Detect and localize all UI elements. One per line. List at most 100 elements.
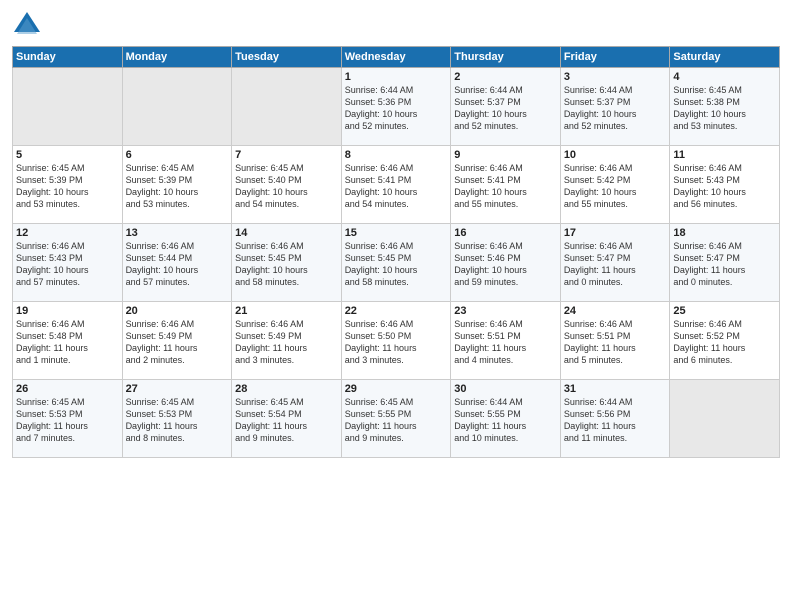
cell-data: Sunrise: 6:44 AM Sunset: 5:37 PM Dayligh… bbox=[454, 84, 557, 133]
page: SundayMondayTuesdayWednesdayThursdayFrid… bbox=[0, 0, 792, 612]
day-number: 26 bbox=[16, 383, 119, 395]
weekday-header-friday: Friday bbox=[560, 47, 670, 68]
calendar-cell: 7Sunrise: 6:45 AM Sunset: 5:40 PM Daylig… bbox=[232, 146, 342, 224]
calendar-cell: 20Sunrise: 6:46 AM Sunset: 5:49 PM Dayli… bbox=[122, 302, 232, 380]
calendar-cell: 25Sunrise: 6:46 AM Sunset: 5:52 PM Dayli… bbox=[670, 302, 780, 380]
cell-data: Sunrise: 6:46 AM Sunset: 5:45 PM Dayligh… bbox=[345, 240, 448, 289]
calendar-cell: 3Sunrise: 6:44 AM Sunset: 5:37 PM Daylig… bbox=[560, 68, 670, 146]
day-number: 13 bbox=[126, 227, 229, 239]
cell-data: Sunrise: 6:46 AM Sunset: 5:41 PM Dayligh… bbox=[345, 162, 448, 211]
logo-icon bbox=[12, 10, 42, 40]
cell-data: Sunrise: 6:45 AM Sunset: 5:39 PM Dayligh… bbox=[126, 162, 229, 211]
day-number: 22 bbox=[345, 305, 448, 317]
day-number: 11 bbox=[673, 149, 776, 161]
cell-data: Sunrise: 6:46 AM Sunset: 5:52 PM Dayligh… bbox=[673, 318, 776, 367]
calendar-cell: 19Sunrise: 6:46 AM Sunset: 5:48 PM Dayli… bbox=[13, 302, 123, 380]
day-number: 12 bbox=[16, 227, 119, 239]
cell-data: Sunrise: 6:44 AM Sunset: 5:55 PM Dayligh… bbox=[454, 396, 557, 445]
weekday-header-row: SundayMondayTuesdayWednesdayThursdayFrid… bbox=[13, 47, 780, 68]
day-number: 25 bbox=[673, 305, 776, 317]
day-number: 7 bbox=[235, 149, 338, 161]
calendar-cell: 16Sunrise: 6:46 AM Sunset: 5:46 PM Dayli… bbox=[451, 224, 561, 302]
cell-data: Sunrise: 6:45 AM Sunset: 5:53 PM Dayligh… bbox=[16, 396, 119, 445]
calendar-cell: 11Sunrise: 6:46 AM Sunset: 5:43 PM Dayli… bbox=[670, 146, 780, 224]
calendar-cell bbox=[232, 68, 342, 146]
header bbox=[12, 10, 780, 40]
day-number: 23 bbox=[454, 305, 557, 317]
calendar-cell: 28Sunrise: 6:45 AM Sunset: 5:54 PM Dayli… bbox=[232, 380, 342, 458]
cell-data: Sunrise: 6:46 AM Sunset: 5:47 PM Dayligh… bbox=[564, 240, 667, 289]
cell-data: Sunrise: 6:46 AM Sunset: 5:48 PM Dayligh… bbox=[16, 318, 119, 367]
cell-data: Sunrise: 6:45 AM Sunset: 5:55 PM Dayligh… bbox=[345, 396, 448, 445]
calendar-week-3: 12Sunrise: 6:46 AM Sunset: 5:43 PM Dayli… bbox=[13, 224, 780, 302]
day-number: 28 bbox=[235, 383, 338, 395]
day-number: 4 bbox=[673, 71, 776, 83]
calendar-cell: 22Sunrise: 6:46 AM Sunset: 5:50 PM Dayli… bbox=[341, 302, 451, 380]
calendar-table: SundayMondayTuesdayWednesdayThursdayFrid… bbox=[12, 46, 780, 458]
calendar-cell: 23Sunrise: 6:46 AM Sunset: 5:51 PM Dayli… bbox=[451, 302, 561, 380]
cell-data: Sunrise: 6:44 AM Sunset: 5:56 PM Dayligh… bbox=[564, 396, 667, 445]
day-number: 21 bbox=[235, 305, 338, 317]
day-number: 16 bbox=[454, 227, 557, 239]
calendar-cell: 26Sunrise: 6:45 AM Sunset: 5:53 PM Dayli… bbox=[13, 380, 123, 458]
cell-data: Sunrise: 6:46 AM Sunset: 5:43 PM Dayligh… bbox=[16, 240, 119, 289]
day-number: 2 bbox=[454, 71, 557, 83]
cell-data: Sunrise: 6:46 AM Sunset: 5:41 PM Dayligh… bbox=[454, 162, 557, 211]
day-number: 17 bbox=[564, 227, 667, 239]
day-number: 29 bbox=[345, 383, 448, 395]
calendar-week-5: 26Sunrise: 6:45 AM Sunset: 5:53 PM Dayli… bbox=[13, 380, 780, 458]
cell-data: Sunrise: 6:45 AM Sunset: 5:54 PM Dayligh… bbox=[235, 396, 338, 445]
calendar-cell: 24Sunrise: 6:46 AM Sunset: 5:51 PM Dayli… bbox=[560, 302, 670, 380]
weekday-header-sunday: Sunday bbox=[13, 47, 123, 68]
day-number: 31 bbox=[564, 383, 667, 395]
calendar-cell: 6Sunrise: 6:45 AM Sunset: 5:39 PM Daylig… bbox=[122, 146, 232, 224]
cell-data: Sunrise: 6:45 AM Sunset: 5:38 PM Dayligh… bbox=[673, 84, 776, 133]
cell-data: Sunrise: 6:44 AM Sunset: 5:37 PM Dayligh… bbox=[564, 84, 667, 133]
calendar-cell: 9Sunrise: 6:46 AM Sunset: 5:41 PM Daylig… bbox=[451, 146, 561, 224]
cell-data: Sunrise: 6:45 AM Sunset: 5:39 PM Dayligh… bbox=[16, 162, 119, 211]
cell-data: Sunrise: 6:46 AM Sunset: 5:44 PM Dayligh… bbox=[126, 240, 229, 289]
calendar-cell: 27Sunrise: 6:45 AM Sunset: 5:53 PM Dayli… bbox=[122, 380, 232, 458]
cell-data: Sunrise: 6:46 AM Sunset: 5:46 PM Dayligh… bbox=[454, 240, 557, 289]
cell-data: Sunrise: 6:46 AM Sunset: 5:51 PM Dayligh… bbox=[454, 318, 557, 367]
day-number: 27 bbox=[126, 383, 229, 395]
calendar-cell: 17Sunrise: 6:46 AM Sunset: 5:47 PM Dayli… bbox=[560, 224, 670, 302]
weekday-header-saturday: Saturday bbox=[670, 47, 780, 68]
day-number: 30 bbox=[454, 383, 557, 395]
day-number: 24 bbox=[564, 305, 667, 317]
calendar-cell bbox=[670, 380, 780, 458]
day-number: 15 bbox=[345, 227, 448, 239]
cell-data: Sunrise: 6:46 AM Sunset: 5:49 PM Dayligh… bbox=[126, 318, 229, 367]
day-number: 5 bbox=[16, 149, 119, 161]
calendar-cell: 12Sunrise: 6:46 AM Sunset: 5:43 PM Dayli… bbox=[13, 224, 123, 302]
cell-data: Sunrise: 6:46 AM Sunset: 5:42 PM Dayligh… bbox=[564, 162, 667, 211]
calendar-cell: 18Sunrise: 6:46 AM Sunset: 5:47 PM Dayli… bbox=[670, 224, 780, 302]
day-number: 6 bbox=[126, 149, 229, 161]
day-number: 9 bbox=[454, 149, 557, 161]
calendar-cell: 2Sunrise: 6:44 AM Sunset: 5:37 PM Daylig… bbox=[451, 68, 561, 146]
logo bbox=[12, 10, 46, 40]
weekday-header-thursday: Thursday bbox=[451, 47, 561, 68]
calendar-cell: 30Sunrise: 6:44 AM Sunset: 5:55 PM Dayli… bbox=[451, 380, 561, 458]
cell-data: Sunrise: 6:46 AM Sunset: 5:45 PM Dayligh… bbox=[235, 240, 338, 289]
day-number: 18 bbox=[673, 227, 776, 239]
cell-data: Sunrise: 6:45 AM Sunset: 5:40 PM Dayligh… bbox=[235, 162, 338, 211]
calendar-cell: 10Sunrise: 6:46 AM Sunset: 5:42 PM Dayli… bbox=[560, 146, 670, 224]
weekday-header-wednesday: Wednesday bbox=[341, 47, 451, 68]
calendar-cell: 15Sunrise: 6:46 AM Sunset: 5:45 PM Dayli… bbox=[341, 224, 451, 302]
day-number: 10 bbox=[564, 149, 667, 161]
calendar-cell: 31Sunrise: 6:44 AM Sunset: 5:56 PM Dayli… bbox=[560, 380, 670, 458]
day-number: 1 bbox=[345, 71, 448, 83]
calendar-cell: 21Sunrise: 6:46 AM Sunset: 5:49 PM Dayli… bbox=[232, 302, 342, 380]
day-number: 20 bbox=[126, 305, 229, 317]
cell-data: Sunrise: 6:46 AM Sunset: 5:47 PM Dayligh… bbox=[673, 240, 776, 289]
cell-data: Sunrise: 6:46 AM Sunset: 5:43 PM Dayligh… bbox=[673, 162, 776, 211]
weekday-header-monday: Monday bbox=[122, 47, 232, 68]
weekday-header-tuesday: Tuesday bbox=[232, 47, 342, 68]
cell-data: Sunrise: 6:46 AM Sunset: 5:49 PM Dayligh… bbox=[235, 318, 338, 367]
calendar-cell bbox=[13, 68, 123, 146]
calendar-cell: 8Sunrise: 6:46 AM Sunset: 5:41 PM Daylig… bbox=[341, 146, 451, 224]
calendar-cell: 1Sunrise: 6:44 AM Sunset: 5:36 PM Daylig… bbox=[341, 68, 451, 146]
calendar-cell bbox=[122, 68, 232, 146]
day-number: 19 bbox=[16, 305, 119, 317]
